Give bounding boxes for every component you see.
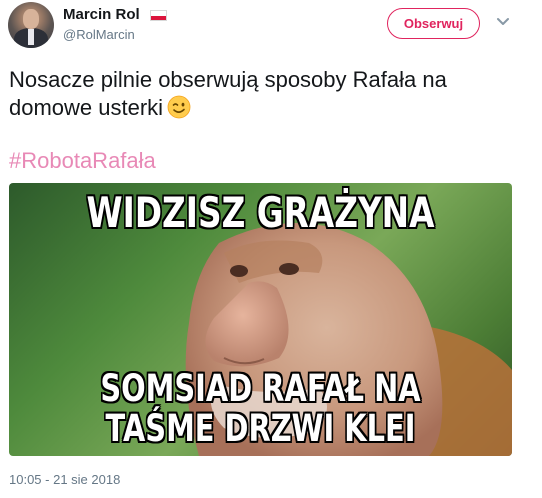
poland-flag-icon xyxy=(150,10,167,21)
tweet-media-image[interactable]: WIDZISZ GRAŻYNA SOMSIAD RAFAŁ NA TAŚME D… xyxy=(9,183,512,456)
winking-face-icon xyxy=(167,95,191,119)
hashtag-link[interactable]: #RobotaRafała xyxy=(9,148,156,174)
avatar[interactable] xyxy=(8,2,54,48)
meme-bottom-line-1: SOMSIAD RAFAŁ NA xyxy=(100,367,421,410)
meme-top-text: WIDZISZ GRAŻYNA xyxy=(86,188,435,237)
chevron-down-icon[interactable] xyxy=(495,14,511,30)
tweet-text-content: Nosacze pilnie obserwują sposoby Rafała … xyxy=(9,67,447,120)
avatar-shirt xyxy=(28,29,34,45)
avatar-head xyxy=(23,9,39,29)
tweet-card: Marcin Rol @RolMarcin Obserwuj Nosacze p… xyxy=(0,0,542,498)
follow-button[interactable]: Obserwuj xyxy=(387,8,480,39)
meme-bottom-line-2: TAŚME DRZWI KLEI xyxy=(105,407,416,450)
flag-red-stripe xyxy=(151,15,166,20)
author-name[interactable]: Marcin Rol xyxy=(63,6,140,23)
tweet-timestamp[interactable]: 10:05 - 21 sie 2018 xyxy=(9,472,120,487)
meme-bottom-text: SOMSIAD RAFAŁ NA TAŚME DRZWI KLEI xyxy=(64,369,456,449)
author-handle[interactable]: @RolMarcin xyxy=(63,27,135,42)
tweet-text: Nosacze pilnie obserwują sposoby Rafała … xyxy=(9,66,519,122)
